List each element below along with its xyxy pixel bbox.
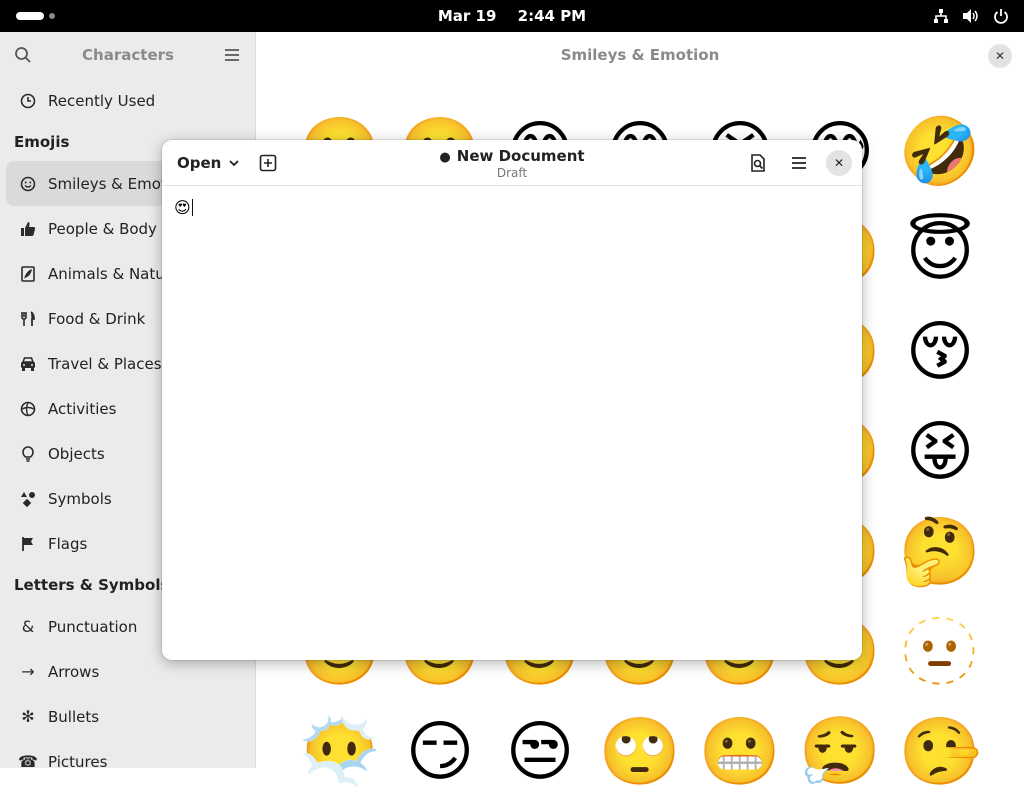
editor-menu-button[interactable]: [789, 153, 809, 173]
document-name: New Document: [456, 147, 585, 165]
network-icon: [932, 7, 950, 25]
text-cursor: [191, 199, 193, 216]
sidebar-item-label: Flags: [48, 534, 88, 553]
sidebar-item-label: Recently Used: [48, 91, 156, 110]
system-tray[interactable]: [932, 7, 1010, 25]
emoji-cell[interactable]: 😮‍💨: [790, 702, 890, 802]
emoji-cell[interactable]: 😏: [390, 702, 490, 802]
sidebar-title: Characters: [82, 46, 174, 64]
sidebar-item-label: Activities: [48, 399, 117, 418]
sidebar-item-label: Food & Drink: [48, 309, 146, 328]
power-icon: [992, 7, 1010, 25]
emoji-cell[interactable]: 😬: [690, 702, 790, 802]
volume-icon: [962, 7, 980, 25]
find-button[interactable]: [748, 153, 768, 173]
emoji-cell[interactable]: 😚: [890, 302, 990, 402]
thumbs-up-icon: [19, 220, 37, 238]
leaf-icon: [19, 265, 37, 283]
hamburger-menu-icon: [225, 49, 239, 61]
sidebar-header: Characters: [0, 32, 255, 78]
shapes-icon: [19, 490, 37, 508]
ampersand-icon: &: [21, 617, 35, 636]
sidebar-item-label: Animals & Nature: [48, 264, 180, 283]
smiley-icon: [19, 175, 37, 193]
category-title: Smileys & Emotion: [560, 46, 720, 64]
sidebar-item-recently-used[interactable]: Recently Used: [6, 78, 249, 123]
lightbulb-icon: [19, 445, 37, 463]
close-icon: ✕: [833, 156, 845, 170]
clock[interactable]: Mar 19 2:44 PM: [0, 0, 1024, 32]
time-label: 2:44 PM: [517, 7, 587, 25]
window-close-button[interactable]: ✕: [988, 44, 1012, 68]
hamburger-menu-icon: [792, 157, 806, 169]
emoji-cell[interactable]: 😇: [890, 202, 990, 302]
find-in-page-icon: [751, 154, 765, 172]
sidebar-item-label: Symbols: [48, 489, 112, 508]
car-icon: [19, 355, 37, 373]
emoji-cell[interactable]: 🙄: [590, 702, 690, 802]
modified-dot: ●: [439, 150, 451, 165]
clock-icon: [19, 92, 37, 110]
main-menu-button[interactable]: [223, 46, 241, 64]
editor-headerbar: Open ● New Document Draft ✕: [162, 140, 862, 186]
top-bar: Mar 19 2:44 PM: [0, 0, 1024, 32]
document-content: 😍: [174, 198, 191, 217]
emoji-cell[interactable]: 🫥: [890, 602, 990, 702]
sidebar-item-label: Bullets: [48, 707, 100, 726]
ball-icon: [19, 400, 37, 418]
editor-close-button[interactable]: ✕: [826, 150, 852, 176]
emoji-cell[interactable]: 😶‍🌫️: [290, 702, 390, 802]
sidebar-item-label: Travel & Places: [48, 354, 162, 373]
sidebar-item-label: People & Body: [48, 219, 157, 238]
fork-knife-icon: [19, 310, 37, 328]
sidebar-item-label: Punctuation: [48, 617, 138, 636]
date-label: Mar 19: [437, 7, 497, 25]
text-editor-window: Open ● New Document Draft ✕ 😍: [162, 140, 862, 660]
bullet-icon: ✻: [21, 707, 35, 726]
sidebar-item-label: Objects: [48, 444, 105, 463]
emoji-cell[interactable]: 😒: [490, 702, 590, 802]
arrow-icon: →: [21, 662, 35, 681]
sidebar-item-label: Arrows: [48, 662, 100, 681]
emoji-cell[interactable]: 🤣: [890, 102, 990, 202]
flag-icon: [19, 535, 37, 553]
text-view[interactable]: 😍: [174, 198, 193, 217]
emoji-cell[interactable]: 🤥: [890, 702, 990, 802]
close-icon: ✕: [994, 49, 1006, 63]
sidebar-item-pictures[interactable]: ☎ Pictures: [6, 739, 249, 784]
emoji-cell[interactable]: 🤔: [890, 502, 990, 602]
emoji-cell[interactable]: 😝: [890, 402, 990, 502]
sidebar-item-bullets[interactable]: ✻ Bullets: [6, 694, 249, 739]
